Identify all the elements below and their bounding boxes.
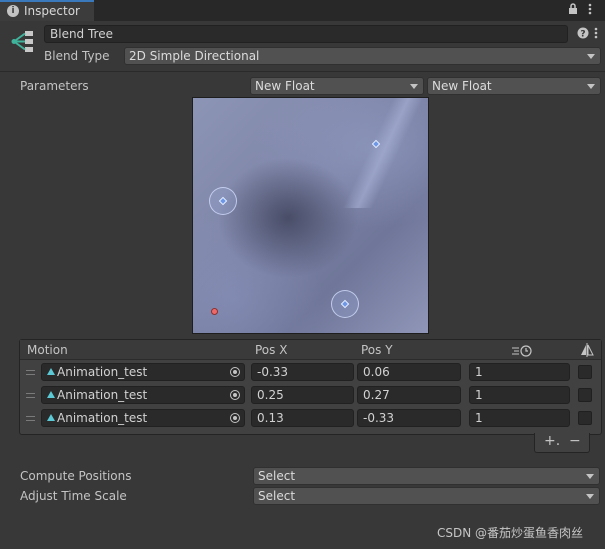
motion-field[interactable]: Animation_test	[41, 363, 245, 381]
blend-tree-icon	[10, 29, 36, 58]
current-parameter-point[interactable]	[211, 308, 218, 315]
adjust-time-scale-dropdown[interactable]: Select	[253, 487, 600, 505]
more-options-icon[interactable]	[588, 3, 592, 18]
component-menu-icon[interactable]	[594, 27, 598, 42]
mirror-checkbox[interactable]	[578, 365, 592, 379]
pos-y-field[interactable]: 0.27	[357, 386, 461, 404]
motion-clip-name: Animation_test	[57, 365, 148, 379]
motion-list-header: Motion Pos X Pos Y	[20, 340, 601, 360]
blend-tree-name-field[interactable]: Blend Tree	[44, 25, 568, 43]
remove-motion-button[interactable]: −	[569, 433, 581, 449]
animation-clip-icon	[47, 391, 55, 398]
motion-field[interactable]: Animation_test	[41, 386, 245, 404]
mirror-checkbox[interactable]	[578, 411, 592, 425]
column-header-pos-x: Pos X	[255, 343, 288, 357]
time-scale-field[interactable]: 1	[469, 386, 570, 404]
pos-y-field[interactable]: -0.33	[357, 409, 461, 427]
parameter-x-dropdown[interactable]: New Float	[250, 77, 424, 95]
watermark: CSDN @番茄炒蛋鱼香肉丝	[437, 526, 584, 540]
chevron-down-icon	[587, 84, 595, 89]
parameter-y-value: New Float	[432, 79, 492, 93]
pos-y-field[interactable]: 0.06	[357, 363, 461, 381]
lock-icon[interactable]	[568, 3, 578, 18]
animation-clip-icon	[47, 414, 55, 421]
column-header-pos-y: Pos Y	[361, 343, 393, 357]
window-tab-bar: i Inspector	[0, 0, 605, 21]
time-scale-field[interactable]: 1	[469, 409, 570, 427]
compute-positions-value: Select	[258, 469, 296, 483]
motion-field[interactable]: Animation_test	[41, 409, 245, 427]
pos-x-field[interactable]: 0.13	[251, 409, 354, 427]
add-motion-button[interactable]: +.	[544, 433, 560, 449]
chevron-down-icon	[587, 54, 595, 59]
tab-inspector[interactable]: i Inspector	[0, 0, 94, 21]
help-icon[interactable]: ?	[577, 27, 589, 42]
column-header-motion: Motion	[27, 343, 68, 357]
blend-weight-highlight	[342, 98, 424, 208]
mirror-icon	[580, 342, 594, 361]
drag-handle-icon[interactable]	[26, 416, 35, 421]
object-picker-icon[interactable]	[230, 413, 240, 423]
object-picker-icon[interactable]	[230, 390, 240, 400]
drag-handle-icon[interactable]	[26, 393, 35, 398]
pos-x-field[interactable]: 0.25	[251, 386, 354, 404]
compute-positions-label: Compute Positions	[20, 469, 132, 483]
svg-text:?: ?	[580, 30, 585, 40]
motion-list: Motion Pos X Pos Y Animation_test -0.33 …	[19, 339, 602, 435]
adjust-time-scale-label: Adjust Time Scale	[20, 489, 127, 503]
blend-type-value: 2D Simple Directional	[129, 49, 260, 63]
list-add-remove-bar: +. −	[534, 433, 590, 453]
blend-space-graph[interactable]	[192, 97, 429, 334]
parameters-label: Parameters	[20, 79, 89, 93]
object-picker-icon[interactable]	[230, 367, 240, 377]
blend-type-label: Blend Type	[44, 49, 110, 63]
drag-handle-icon[interactable]	[26, 370, 35, 375]
pos-x-field[interactable]: -0.33	[251, 363, 354, 381]
animation-clip-icon	[47, 368, 55, 375]
chevron-down-icon	[410, 84, 418, 89]
adjust-time-scale-value: Select	[258, 489, 296, 503]
blend-type-dropdown[interactable]: 2D Simple Directional	[124, 47, 601, 65]
chevron-down-icon	[586, 474, 594, 479]
motion-clip-name: Animation_test	[57, 388, 148, 402]
chevron-down-icon	[586, 494, 594, 499]
divider	[0, 71, 605, 72]
time-scale-field[interactable]: 1	[469, 363, 570, 381]
mirror-checkbox[interactable]	[578, 388, 592, 402]
motion-clip-name: Animation_test	[57, 411, 148, 425]
tab-inspector-label: Inspector	[24, 4, 80, 18]
info-icon: i	[7, 5, 19, 17]
parameter-y-dropdown[interactable]: New Float	[427, 77, 601, 95]
parameter-x-value: New Float	[255, 79, 315, 93]
compute-positions-dropdown[interactable]: Select	[253, 467, 600, 485]
time-scale-icon	[511, 343, 533, 360]
